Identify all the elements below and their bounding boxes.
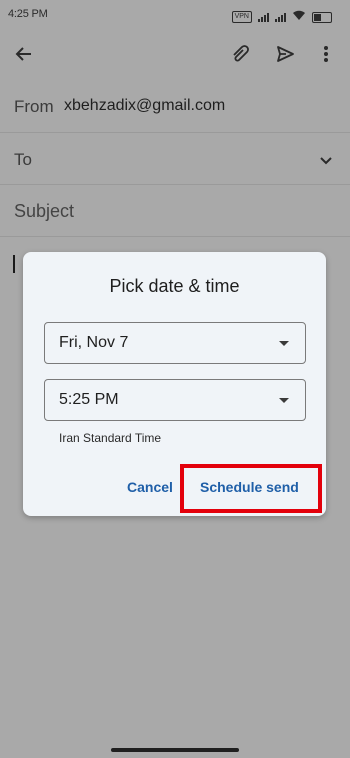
cancel-button[interactable]: Cancel	[127, 479, 173, 495]
from-label: From	[14, 97, 54, 116]
highlight-box	[180, 464, 322, 513]
subject-field[interactable]: Subject	[14, 201, 74, 222]
vpn-icon: VPN	[231, 11, 252, 23]
from-row: From xbehzadix@gmail.com	[0, 80, 350, 133]
screen: 4:25 PM VPN From xbehzadix@gmail.com To …	[0, 0, 350, 758]
signal-icon	[258, 12, 269, 22]
dialog-title: Pick date & time	[109, 276, 240, 296]
compose-toolbar	[0, 32, 350, 76]
more-vert-icon[interactable]	[314, 42, 338, 66]
send-icon[interactable]	[273, 42, 297, 66]
time-dropdown[interactable]: 5:25 PM	[44, 379, 306, 421]
signal-icon-2	[275, 12, 286, 22]
to-row[interactable]: To	[0, 132, 350, 185]
home-indicator[interactable]	[111, 748, 239, 752]
timezone-label: Iran Standard Time	[59, 431, 162, 445]
subject-row[interactable]: Subject	[0, 184, 350, 237]
arrow-back-icon[interactable]	[12, 42, 36, 66]
chevron-down-icon[interactable]	[320, 152, 332, 170]
date-value: Fri, Nov 7	[59, 334, 129, 351]
date-dropdown[interactable]: Fri, Nov 7	[44, 322, 306, 364]
dropdown-arrow-icon	[279, 341, 289, 346]
dropdown-arrow-icon	[279, 398, 289, 403]
time-value: 5:25 PM	[59, 391, 119, 408]
status-icons: VPN	[231, 8, 332, 26]
status-time: 4:25 PM	[8, 8, 48, 20]
paperclip-icon[interactable]	[230, 42, 254, 66]
from-value[interactable]: xbehzadix@gmail.com	[64, 97, 225, 115]
battery-icon	[312, 11, 332, 23]
text-cursor	[13, 255, 15, 273]
to-label: To	[14, 150, 32, 169]
wifi-icon	[292, 8, 306, 26]
status-bar: 4:25 PM VPN	[0, 0, 350, 32]
